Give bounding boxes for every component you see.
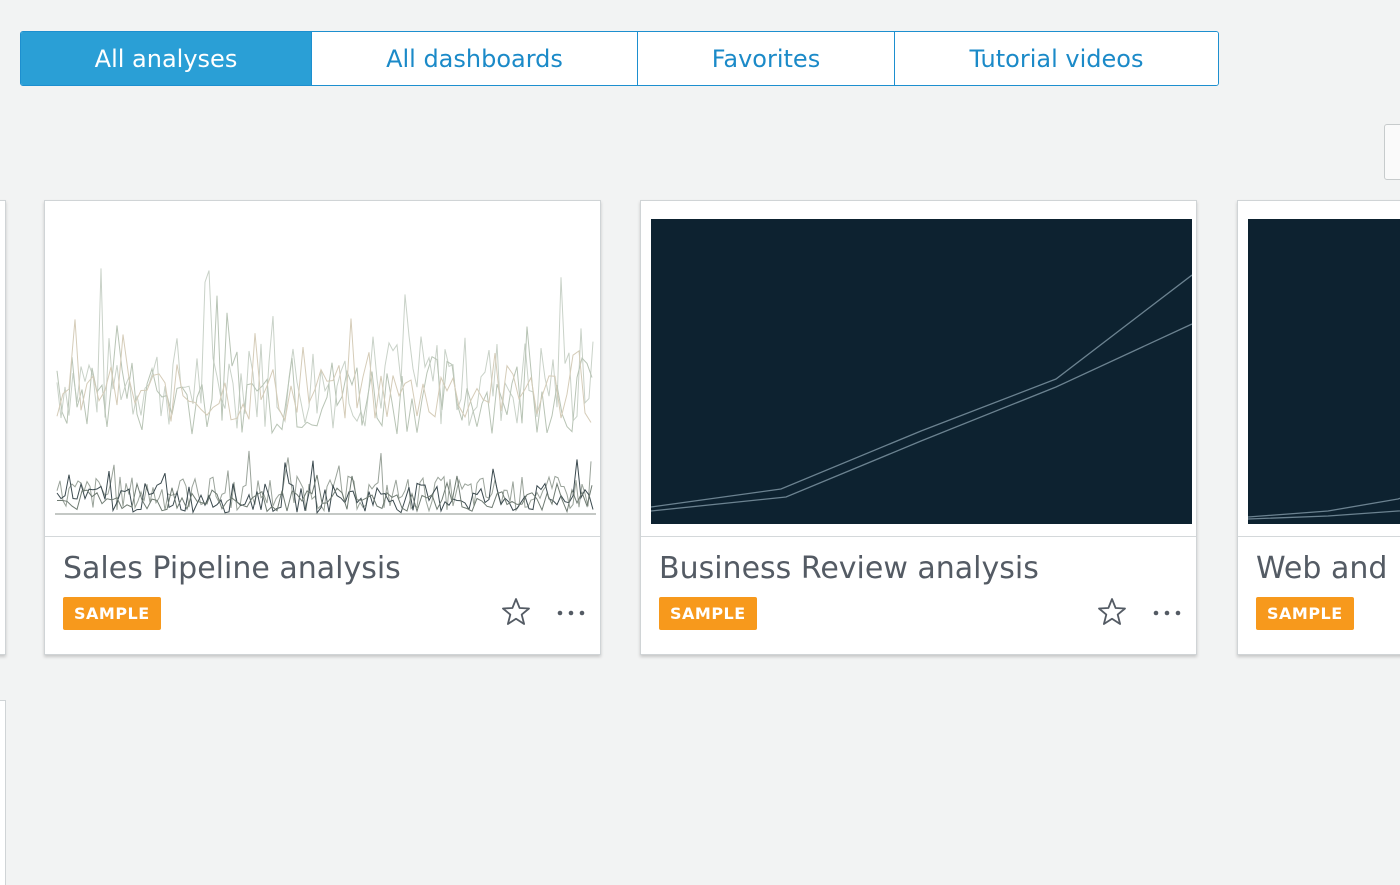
card-divider (45, 536, 600, 537)
ellipsis-icon[interactable] (555, 601, 587, 625)
thumbnail-series-line (56, 268, 594, 429)
card-divider (641, 536, 1196, 537)
card-divider (1238, 536, 1400, 537)
line-chart-thumbnail (55, 268, 596, 515)
analysis-thumbnail-sales-pipeline[interactable] (55, 219, 596, 524)
analysis-thumbnail-web-and[interactable] (1248, 219, 1400, 524)
analysis-card[interactable]: Business Review analysis SAMPLE (640, 200, 1197, 655)
analysis-tabs: All analyses All dashboards Favorites Tu… (20, 31, 1219, 86)
card-title[interactable]: Business Review analysis (659, 551, 1039, 586)
star-outline-icon[interactable] (1097, 597, 1127, 627)
sample-badge: SAMPLE (659, 597, 757, 630)
thumbnail-series-line (1248, 510, 1400, 520)
tab-all-analyses[interactable]: All analyses (21, 32, 312, 85)
star-outline-icon[interactable] (501, 597, 531, 627)
ellipsis-icon[interactable] (1151, 601, 1183, 625)
card-partial-left-lower[interactable] (0, 700, 6, 885)
view-toggle-button[interactable] (1384, 124, 1400, 180)
tab-all-dashboards[interactable]: All dashboards (312, 32, 638, 85)
sample-badge: SAMPLE (63, 597, 161, 630)
card-partial-left[interactable] (0, 200, 6, 655)
sample-badge: SAMPLE (1256, 597, 1354, 630)
analyses-page: All analyses All dashboards Favorites Tu… (0, 0, 1400, 885)
analysis-card[interactable]: Sales Pipeline analysis SAMPLE (44, 200, 601, 655)
analysis-thumbnail-business-review[interactable] (651, 219, 1192, 524)
tab-tutorial-videos[interactable]: Tutorial videos (895, 32, 1218, 85)
analysis-card[interactable]: Web and SAMPLE (1237, 200, 1400, 655)
thumbnail-series-line (56, 318, 592, 423)
thumbnail-series-line (651, 323, 1192, 512)
tab-favorites[interactable]: Favorites (638, 32, 895, 85)
card-title[interactable]: Web and (1256, 551, 1387, 586)
card-title[interactable]: Sales Pipeline analysis (63, 551, 401, 586)
line-chart-thumbnail (651, 274, 1192, 512)
thumbnail-series-line (651, 274, 1192, 508)
thumbnail-series-line (56, 295, 593, 435)
line-chart-thumbnail (1248, 497, 1400, 520)
